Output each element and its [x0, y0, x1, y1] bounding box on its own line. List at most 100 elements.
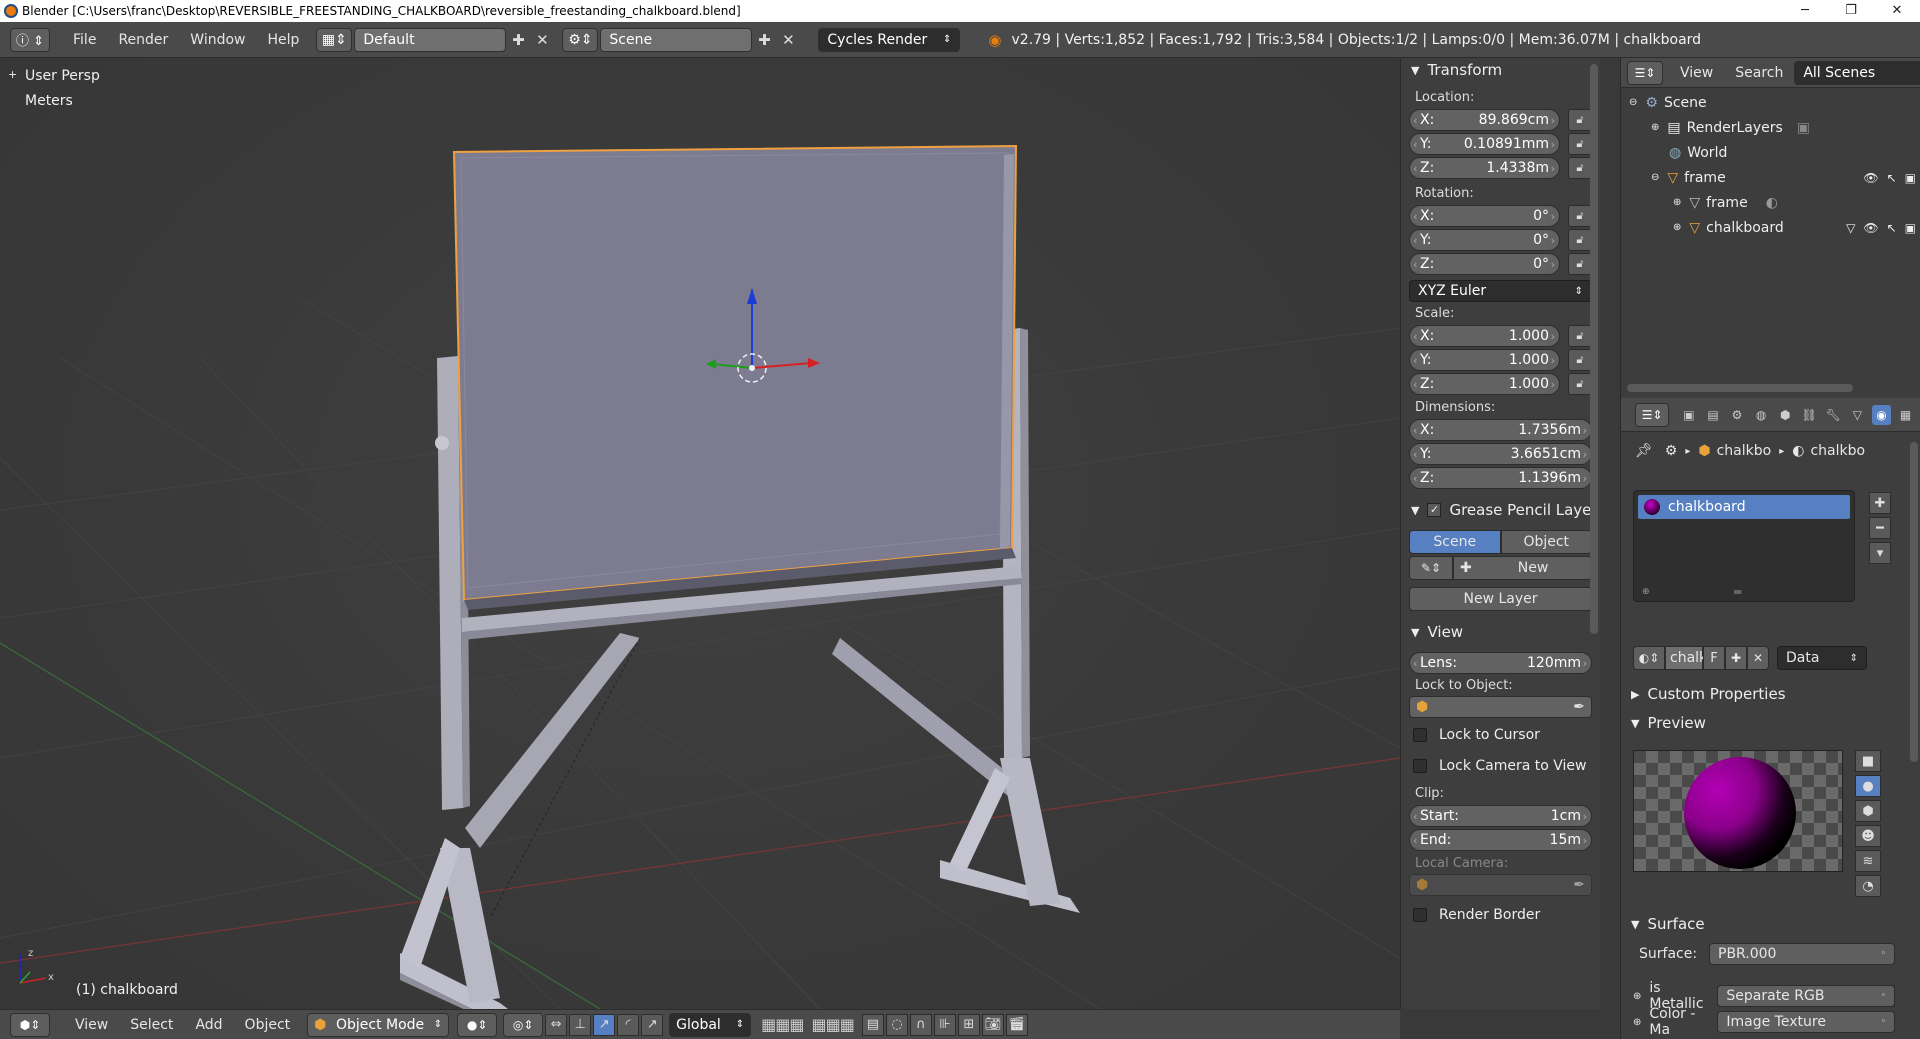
scene-browse-button[interactable]: ⚙⇕ [562, 27, 599, 52]
transform-orientation-select[interactable]: Global ⇕ [669, 1012, 752, 1037]
render-engine-select[interactable]: Cycles Render ⇕ [818, 27, 961, 52]
constraints-icon[interactable]: ⛓ [1800, 405, 1819, 425]
lock-icon[interactable]: 🔓︎ [1568, 229, 1592, 251]
chalkboard-board[interactable] [452, 144, 1018, 610]
render-opengl-icon[interactable]: 📷︎ [981, 1013, 1004, 1036]
view-panel-header[interactable]: ▼ View [1401, 620, 1600, 644]
cursor-select-icon[interactable]: ↖ [1887, 221, 1897, 235]
outliner-display-mode-select[interactable]: All Scenes [1794, 60, 1920, 85]
view3d-menu-add[interactable]: Add [184, 1017, 233, 1033]
clip-start-field[interactable]: Start:1cm [1409, 805, 1592, 827]
rotation-y-field[interactable]: Y:0° [1409, 229, 1560, 251]
menu-render[interactable]: Render [107, 32, 179, 48]
scene-icon[interactable]: ⚙ [1728, 405, 1747, 425]
resize-handle-icon[interactable]: ═ [1734, 585, 1741, 599]
material-icon[interactable]: ◉ [1871, 404, 1891, 425]
location-x-field[interactable]: X:89.869cm [1409, 109, 1560, 131]
npanel-scrollbar[interactable] [1590, 64, 1598, 634]
new-grease-pencil-button[interactable]: ✚ New [1453, 556, 1592, 580]
interaction-mode-select[interactable]: ⬢ Object Mode ⇕ [307, 1012, 450, 1037]
object-icon[interactable]: ⬢ [1776, 405, 1795, 425]
layout-name-field[interactable]: Default [354, 27, 507, 52]
viewport-shading-select[interactable]: ●⇕ [457, 1012, 498, 1037]
proportional-editing-icon[interactable]: ◌ [885, 1013, 908, 1036]
grease-pencil-panel-header[interactable]: ▼ ✓ Grease Pencil Layer [1401, 498, 1600, 522]
layer-lock-icon[interactable]: ▤ [861, 1013, 884, 1036]
lock-icon[interactable]: 🔓︎ [1568, 253, 1592, 275]
local-camera-field[interactable]: ⬢ ✒ [1409, 874, 1592, 896]
editor-type-outliner-button[interactable]: ☰⇕ [1627, 60, 1663, 85]
manipulator-toggle-icon[interactable]: ⇔ [545, 1013, 568, 1036]
lock-icon[interactable]: 🔓︎ [1568, 325, 1592, 347]
rotation-z-field[interactable]: Z:0° [1409, 253, 1560, 275]
lock-icon[interactable]: 🔓︎ [1568, 205, 1592, 227]
remove-layout-button[interactable]: ✕ [530, 28, 554, 52]
grease-pencil-enable-checkbox[interactable]: ✓ [1427, 503, 1442, 517]
eye-icon[interactable]: 👁︎ [1863, 221, 1878, 235]
lock-icon[interactable]: 🔓︎ [1568, 373, 1592, 395]
layout-browse-button[interactable]: ▦⇕ [316, 27, 353, 52]
minimize-button[interactable]: ─ [1782, 0, 1828, 22]
preview-sky-icon[interactable]: ◔ [1855, 875, 1881, 897]
scene-layers-grid-2[interactable]: ▦▦▦ [812, 1015, 855, 1034]
outliner-item-scene[interactable]: ⊖ ⚙ Scene [1621, 90, 1920, 115]
lock-camera-to-view-checkbox[interactable]: Lock Camera to View [1401, 754, 1600, 778]
editor-type-3dview-button[interactable]: ⬢⇕ [10, 1012, 50, 1037]
material-name-field[interactable]: chalk [1665, 646, 1707, 670]
menu-file[interactable]: File [62, 32, 107, 48]
outliner-item-chalkboard[interactable]: ⊕ ▽ chalkboard ▽ 👁︎ ↖ ▣ [1621, 215, 1920, 240]
cursor-select-icon[interactable]: ↖ [1887, 171, 1897, 185]
lock-icon[interactable]: 🔓︎ [1568, 133, 1592, 155]
render-border-checkbox[interactable]: Render Border [1401, 903, 1600, 927]
pin-icon[interactable]: 📌︎ [1635, 443, 1653, 459]
expand-icon[interactable]: ⊕ [1633, 991, 1641, 1002]
outliner-item-renderlayers[interactable]: ⊕ ▤ RenderLayers ▣ [1621, 115, 1920, 140]
lock-icon[interactable]: 🔓︎ [1568, 109, 1592, 131]
outliner-h-scrollbar[interactable] [1627, 384, 1853, 392]
add-layout-button[interactable]: ✚ [506, 28, 530, 52]
3d-viewport[interactable]: z x + User Persp Meters (1) chalkboard [0, 58, 1400, 1009]
preview-panel-header[interactable]: ▼ Preview [1621, 711, 1901, 735]
unlink-material-button[interactable]: ✕ [1747, 646, 1769, 670]
material-slot-item[interactable]: chalkboard [1638, 495, 1850, 519]
lock-icon[interactable]: 🔓︎ [1568, 157, 1592, 179]
is-metallic-input-select[interactable]: Separate RGB ◦ [1717, 985, 1895, 1007]
object-tab-button[interactable]: Object [1500, 530, 1592, 554]
surface-shader-select[interactable]: PBR.000 ◦ [1709, 943, 1895, 965]
surface-panel-header[interactable]: ▼ Surface [1621, 912, 1901, 936]
scale-y-field[interactable]: Y:1.000 [1409, 349, 1560, 371]
remove-scene-button[interactable]: ✕ [776, 28, 800, 52]
transform-manipulator-icon[interactable]: ↗ [641, 1013, 664, 1036]
menu-window[interactable]: Window [179, 32, 256, 48]
outliner-item-frame-object[interactable]: ⊖ ▽ frame 👁︎ ↖ ▣ [1621, 165, 1920, 190]
preview-sphere-icon[interactable]: ● [1855, 775, 1881, 797]
render-layers-icon[interactable]: ▤ [1703, 405, 1722, 425]
rotation-x-field[interactable]: X:0° [1409, 205, 1560, 227]
properties-scrollbar[interactable] [1910, 442, 1918, 762]
snap-element-icon[interactable]: ⊪ [933, 1013, 956, 1036]
scene-tab-button[interactable]: Scene [1409, 530, 1501, 554]
material-browse-button[interactable]: ◐⇕ [1633, 646, 1665, 670]
view3d-menu-object[interactable]: Object [234, 1017, 302, 1033]
color-input-select[interactable]: Image Texture ◦ [1717, 1011, 1895, 1033]
material-link-select[interactable]: Data ⇕ [1777, 646, 1867, 670]
snap-target-icon[interactable]: ⊞ [957, 1013, 980, 1036]
mesh-data-icon[interactable]: ▽ [1848, 405, 1867, 425]
snap-toggle-icon[interactable]: ∩ [909, 1013, 932, 1036]
location-y-field[interactable]: Y:0.10891mm [1409, 133, 1560, 155]
collapse-icon[interactable]: ⊖ [1651, 172, 1659, 183]
preview-flat-icon[interactable]: ■ [1855, 750, 1881, 772]
render-camera-icon[interactable]: ▣ [1679, 405, 1698, 425]
lock-to-cursor-checkbox[interactable]: Lock to Cursor [1401, 723, 1600, 747]
dimensions-x-field[interactable]: X:1.7356m [1409, 419, 1592, 441]
expand-icon[interactable]: ⊕ [1651, 122, 1659, 133]
lock-icon[interactable]: 🔓︎ [1568, 349, 1592, 371]
outliner-menu-search[interactable]: Search [1724, 65, 1794, 81]
add-material-slot-button[interactable]: ✚ [1869, 492, 1891, 514]
dimensions-z-field[interactable]: Z:1.1396m [1409, 467, 1592, 489]
outliner-item-frame-mesh[interactable]: ⊕ ▽ frame ◐ [1621, 190, 1920, 215]
rotation-mode-select[interactable]: XYZ Euler ⇕ [1409, 280, 1592, 302]
outliner-item-world[interactable]: ◍ World [1621, 140, 1920, 165]
new-layer-button[interactable]: New Layer [1409, 587, 1592, 611]
transform-panel-header[interactable]: ▼ Transform [1401, 58, 1600, 82]
